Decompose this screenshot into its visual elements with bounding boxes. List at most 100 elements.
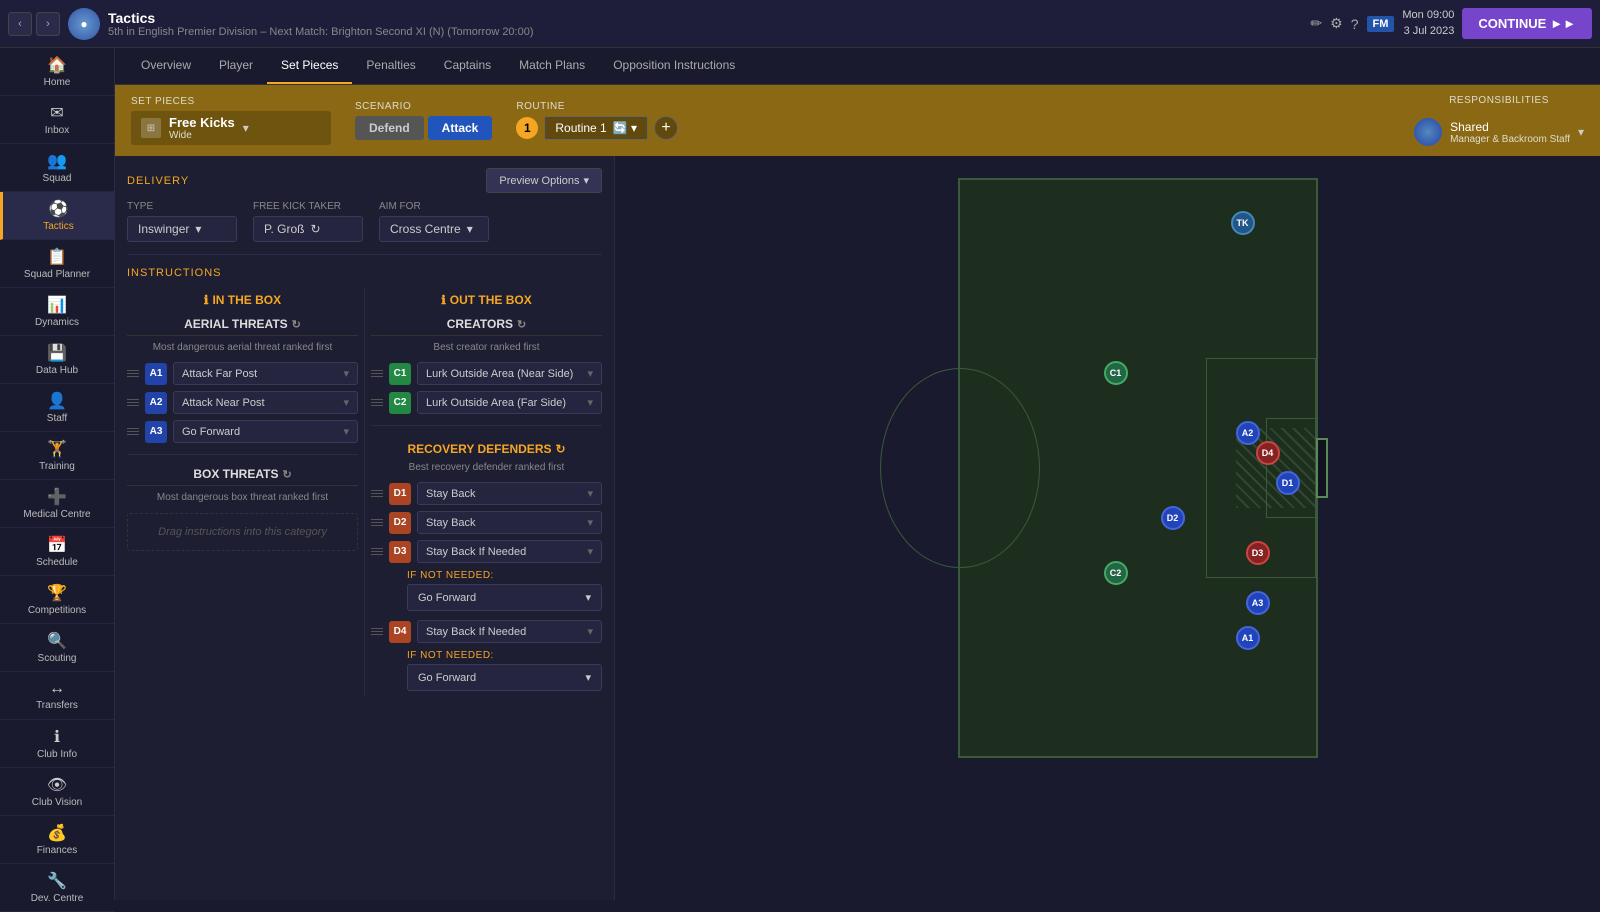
a2-select[interactable]: Attack Near Post ▾ [173,391,358,414]
defend-button[interactable]: Defend [355,116,424,140]
player-token-d1[interactable]: D1 [1276,471,1300,495]
drag-handle-a3[interactable] [127,428,139,435]
nav-back-button[interactable]: ‹ [8,12,32,36]
recovery-header: RECOVERY DEFENDERS ↻ [371,434,602,460]
in-box-info-icon: ℹ [204,293,209,307]
player-token-a1[interactable]: A1 [1236,626,1260,650]
c1-select[interactable]: Lurk Outside Area (Near Side) ▾ [417,362,602,385]
sidebar-item-dev-centre[interactable]: 🔧Dev. Centre [0,864,114,912]
preview-options-button[interactable]: Preview Options ▾ [486,168,602,193]
drag-handle-d3[interactable] [371,548,383,555]
d4-chevron-icon: ▾ [587,625,593,638]
box-refresh-icon[interactable]: ↻ [282,468,291,481]
tab-overview[interactable]: Overview [127,48,205,84]
routine-selector[interactable]: Routine 1 🔄 ▾ [544,116,648,140]
c2-select[interactable]: Lurk Outside Area (Far Side) ▾ [417,391,602,414]
continue-button[interactable]: CONTINUE ►► [1462,8,1592,39]
sidebar-item-finances[interactable]: 💰Finances [0,816,114,864]
drag-handle-d4[interactable] [371,628,383,635]
player-token-a3[interactable]: A3 [1246,591,1270,615]
type-select[interactable]: Inswinger ▾ [127,216,237,242]
routine-label: ROUTINE [516,101,678,112]
nav-forward-button[interactable]: › [36,12,60,36]
info-icon[interactable]: ? [1351,16,1359,32]
creators-refresh-icon[interactable]: ↻ [517,318,526,331]
sidebar-label-training: Training [39,461,75,472]
out-box-info-icon: ℹ [441,293,446,307]
d3-value: Stay Back If Needed [426,546,526,558]
responsibilities-selector[interactable]: Shared Manager & Backroom Staff ▾ [1414,118,1584,146]
datetime: Mon 09:00 3 Jul 2023 [1402,8,1454,39]
sidebar-item-club-info[interactable]: ℹClub Info [0,720,114,768]
player-token-c2[interactable]: C2 [1104,561,1128,585]
taker-refresh-icon: ↻ [310,222,320,236]
set-pieces-chevron-icon: ▾ [243,121,249,135]
sidebar-item-squad-planner[interactable]: 📋Squad Planner [0,240,114,288]
pitch-tokens: TK C1 C2 A2D4 D1 D2 D3 A3 A1 [898,178,1318,758]
sidebar-label-squad: Squad [43,173,72,184]
d3-select[interactable]: Stay Back If Needed ▾ [417,540,602,563]
player-token-tk[interactable]: TK [1231,211,1255,235]
drag-handle-d1[interactable] [371,490,383,497]
recovery-refresh-icon[interactable]: ↻ [555,442,565,456]
sidebar-icon-staff: 👤 [47,391,67,411]
player-token-a2[interactable]: A2 [1236,421,1260,445]
aerial-refresh-icon[interactable]: ↻ [292,318,301,331]
player-token-c1[interactable]: C1 [1104,361,1128,385]
sidebar-item-schedule[interactable]: 📅Schedule [0,528,114,576]
in-box-label: IN THE BOX [212,293,281,307]
taker-select[interactable]: P. Groß ↻ [253,216,363,242]
nav-arrows: ‹ › [8,12,60,36]
box-threats-label: BOX THREATS [193,467,278,481]
sidebar-icon-transfers: ↔ [49,680,65,698]
sidebar-item-inbox[interactable]: ✉Inbox [0,96,114,144]
sidebar-item-staff[interactable]: 👤Staff [0,384,114,432]
drag-handle-d2[interactable] [371,519,383,526]
edit-icon[interactable]: ✏ [1310,15,1322,32]
drag-handle-a2[interactable] [127,399,139,406]
a2-value: Attack Near Post [182,397,265,409]
attack-button[interactable]: Attack [428,116,493,140]
tab-player[interactable]: Player [205,48,267,84]
sidebar-item-data-hub[interactable]: 💾Data Hub [0,336,114,384]
drag-handle-a1[interactable] [127,370,139,377]
sidebar-item-training[interactable]: 🏋Training [0,432,114,480]
player-token-d3[interactable]: D3 [1246,541,1270,565]
d4-select[interactable]: Stay Back If Needed ▾ [417,620,602,643]
d4-if-not-needed-select[interactable]: Go Forward ▾ [407,664,602,691]
tab-set-pieces[interactable]: Set Pieces [267,48,352,84]
player-token-d4[interactable]: D4 [1256,441,1280,465]
player-token-d2[interactable]: D2 [1161,506,1185,530]
a3-select[interactable]: Go Forward ▾ [173,420,358,443]
sidebar-item-dynamics[interactable]: 📊Dynamics [0,288,114,336]
a1-select[interactable]: Attack Far Post ▾ [173,362,358,385]
drag-handle-c1[interactable] [371,370,383,377]
tab-captains[interactable]: Captains [430,48,505,84]
d2-select[interactable]: Stay Back ▾ [417,511,602,534]
tab-penalties[interactable]: Penalties [352,48,429,84]
sidebar-item-squad[interactable]: 👥Squad [0,144,114,192]
sidebar-item-home[interactable]: 🏠Home [0,48,114,96]
sidebar-item-scouting[interactable]: 🔍Scouting [0,624,114,672]
layout: 🏠Home✉Inbox👥Squad⚽Tactics📋Squad Planner📊… [0,48,1600,900]
pitch-container: TK C1 C2 A2D4 D1 D2 D3 A3 A1 [898,178,1318,758]
add-routine-button[interactable]: + [654,116,678,140]
aim-select[interactable]: Cross Centre ▾ [379,216,489,242]
d3-if-not-needed-select[interactable]: Go Forward ▾ [407,584,602,611]
a3-value: Go Forward [182,426,240,438]
tab-opposition[interactable]: Opposition Instructions [599,48,749,84]
d4-if-not-needed-chevron-icon: ▾ [585,671,591,684]
d1-chevron-icon: ▾ [587,487,593,500]
drag-handle-c2[interactable] [371,399,383,406]
tab-match-plans[interactable]: Match Plans [505,48,599,84]
sidebar-item-transfers[interactable]: ↔Transfers [0,672,114,720]
help-icon[interactable]: ⚙ [1330,15,1343,32]
sidebar-item-medical[interactable]: ➕Medical Centre [0,480,114,528]
set-pieces-selector[interactable]: ⊞ Free Kicks Wide ▾ [131,111,331,145]
page-title: Tactics [108,10,1302,26]
sidebar-item-tactics[interactable]: ⚽Tactics [0,192,114,240]
d1-select[interactable]: Stay Back ▾ [417,482,602,505]
sidebar-item-competitions[interactable]: 🏆Competitions [0,576,114,624]
sidebar-item-club-vision[interactable]: 👁Club Vision [0,768,114,816]
d2-chevron-icon: ▾ [587,516,593,529]
